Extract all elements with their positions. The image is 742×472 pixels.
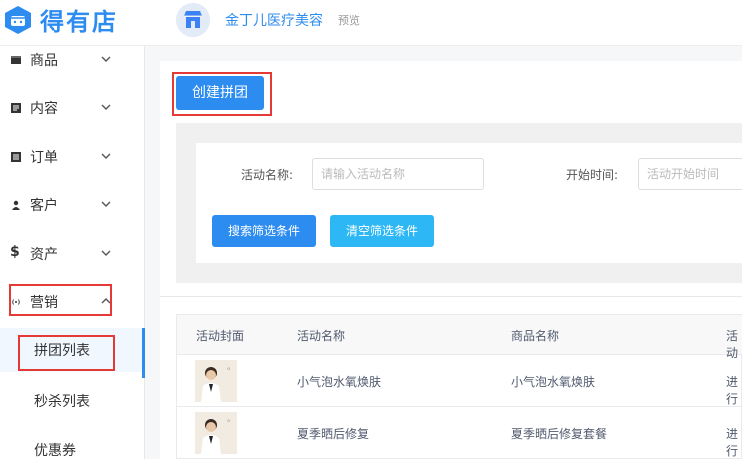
user-icon xyxy=(12,200,20,210)
store-name[interactable]: 金丁儿医疗美容 xyxy=(225,10,323,30)
activity-name: 小气泡水氧焕肤 xyxy=(297,375,382,389)
preview-link[interactable]: 预览 xyxy=(338,12,360,28)
brand-name: 得有店 xyxy=(40,8,118,36)
sidebar-subitem-label: 优惠券 xyxy=(34,443,76,459)
sidebar-item-customers[interactable]: 客户 xyxy=(0,191,145,221)
table-row[interactable]: ✿ 夏季晒后修复 夏季晒后修复套餐 进行 xyxy=(177,407,742,459)
logo[interactable]: 得有店 xyxy=(0,0,145,46)
chevron-down-icon xyxy=(101,201,111,207)
document-icon xyxy=(11,103,21,113)
sidebar-item-goods[interactable]: 商品 xyxy=(0,46,145,76)
chevron-down-icon xyxy=(101,250,111,256)
sidebar-item-assets[interactable]: $ 资产 xyxy=(0,240,145,270)
activity-status: 进行 xyxy=(726,375,739,406)
search-filter-button[interactable]: 搜索筛选条件 xyxy=(212,215,316,247)
column-header: 商品名称 xyxy=(511,329,560,343)
list-icon xyxy=(11,152,21,162)
activity-name-label: 活动名称: xyxy=(241,168,294,182)
box-icon xyxy=(11,56,21,64)
sidebar-item-label: 客户 xyxy=(30,198,58,214)
chevron-down-icon xyxy=(101,56,111,62)
activity-cover-image[interactable]: ✿ xyxy=(195,412,237,454)
highlight-group-buy-list xyxy=(18,335,115,371)
sidebar-item-flash-sale-list[interactable]: 秒杀列表 xyxy=(0,379,145,423)
sidebar-item-label: 商品 xyxy=(30,53,58,69)
sidebar-item-content[interactable]: 内容 xyxy=(0,94,145,124)
start-time-label: 开始时间: xyxy=(566,168,619,182)
activity-status: 进行 xyxy=(726,427,739,458)
sidebar-item-orders[interactable]: 订单 xyxy=(0,143,145,173)
product-name: 小气泡水氧焕肤 xyxy=(511,375,596,389)
activity-cover-image[interactable]: ✿ xyxy=(195,360,237,402)
highlight-marketing xyxy=(9,284,112,316)
sidebar: 商品 内容 订单 客户 $ 资产 营销 拼团列表 秒杀列表 优惠券 xyxy=(0,46,145,459)
product-name: 夏季晒后修复套餐 xyxy=(511,427,608,441)
activity-name: 夏季晒后修复 xyxy=(297,427,370,441)
doctor-portrait-icon: ✿ xyxy=(195,360,237,402)
store-logo-icon xyxy=(5,6,31,34)
group-buy-table: 活动封面 活动名称 商品名称 活动 ✿ 小气泡水氧焕肤 小气泡水氧焕肤 进行 ✿… xyxy=(176,314,742,459)
column-header: 活动名称 xyxy=(297,329,346,343)
chevron-down-icon xyxy=(101,153,111,159)
column-header: 活动封面 xyxy=(196,329,245,343)
sidebar-subitem-label: 秒杀列表 xyxy=(34,394,90,410)
divider xyxy=(160,296,742,297)
sidebar-item-coupons[interactable]: 优惠券 xyxy=(0,428,145,472)
top-bar: 得有店 金丁儿医疗美容 预览 xyxy=(0,0,742,46)
activity-name-input[interactable]: 请输入活动名称 xyxy=(312,158,484,190)
storefront-icon xyxy=(176,3,210,37)
doctor-portrait-icon: ✿ xyxy=(195,412,237,454)
start-time-input[interactable]: 活动开始时间 xyxy=(638,158,742,190)
dollar-icon: $ xyxy=(10,244,20,260)
store-avatar[interactable] xyxy=(176,3,210,37)
sidebar-item-label: 资产 xyxy=(30,247,58,263)
table-header: 活动封面 活动名称 商品名称 活动 xyxy=(177,315,742,360)
highlight-create-button xyxy=(172,72,272,116)
clear-filter-button[interactable]: 清空筛选条件 xyxy=(330,215,434,247)
chevron-down-icon xyxy=(101,104,111,110)
table-row[interactable]: ✿ 小气泡水氧焕肤 小气泡水氧焕肤 进行 xyxy=(177,355,742,407)
sidebar-item-label: 内容 xyxy=(30,101,58,117)
sidebar-item-label: 订单 xyxy=(30,150,58,166)
